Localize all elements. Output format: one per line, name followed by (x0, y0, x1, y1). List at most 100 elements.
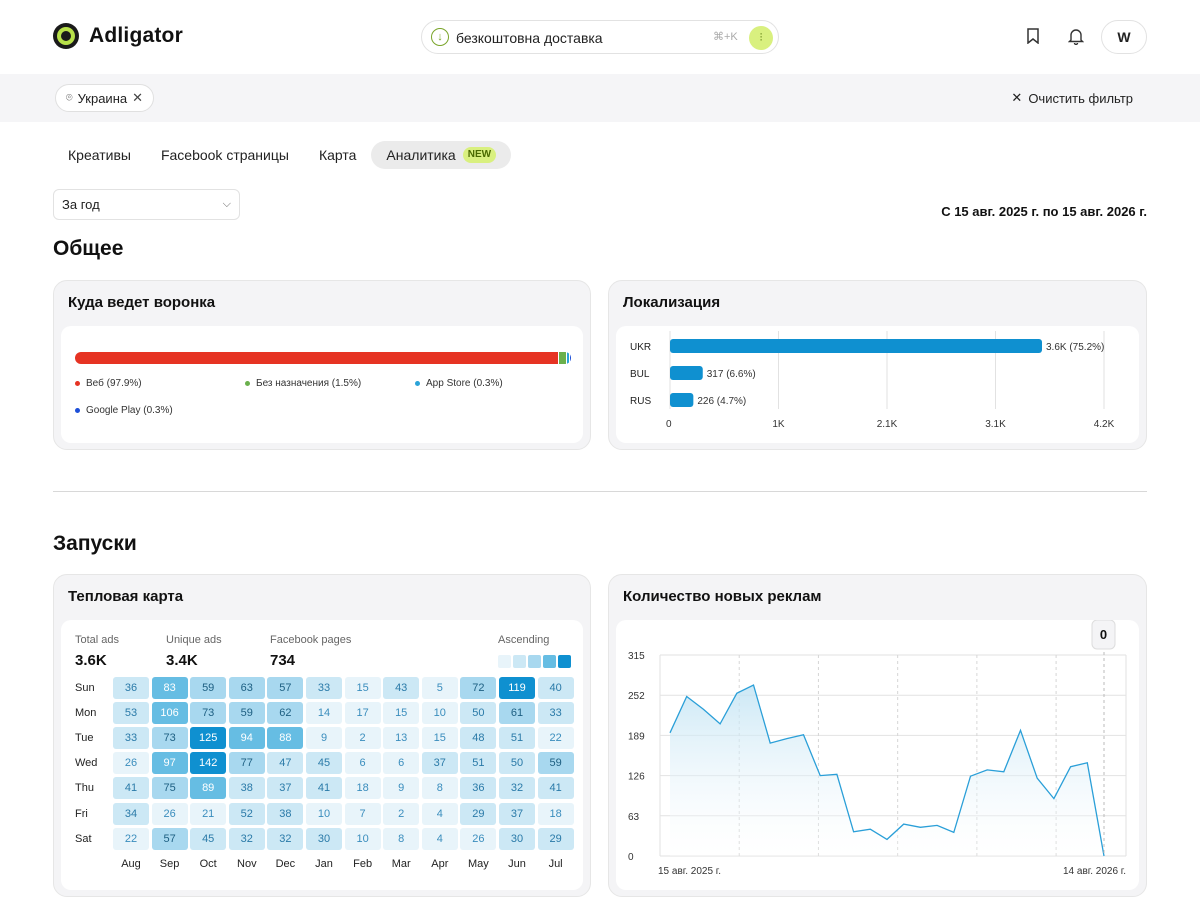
heatmap-cell[interactable]: 18 (537, 802, 574, 825)
heatmap-cell[interactable]: 9 (306, 727, 342, 750)
heatmap-cell[interactable]: 73 (190, 702, 227, 725)
heatmap-cell[interactable]: 94 (228, 727, 265, 750)
heatmap-cell[interactable]: 119 (499, 677, 535, 699)
heatmap-cell[interactable]: 30 (306, 827, 342, 850)
heatmap-cell[interactable]: 22 (113, 827, 149, 850)
heatmap-cell[interactable]: 75 (151, 777, 188, 800)
heatmap-cell[interactable]: 7 (344, 802, 381, 825)
heatmap-cell[interactable]: 61 (499, 702, 535, 725)
heatmap-cell[interactable]: 53 (113, 702, 149, 725)
heatmap-cell[interactable]: 8 (383, 827, 420, 850)
heatmap-cell[interactable]: 41 (306, 777, 342, 800)
heatmap-cell[interactable]: 26 (113, 752, 149, 775)
heatmap-cell[interactable]: 4 (421, 802, 458, 825)
x-end-label: 14 авг. 2026 г. (1063, 866, 1126, 877)
heatmap-cell[interactable]: 17 (344, 702, 381, 725)
heatmap-cell[interactable]: 59 (537, 752, 574, 775)
heatmap-cell[interactable]: 6 (383, 752, 420, 775)
search-bar[interactable]: ↓ ⌘+K ⫶ (421, 20, 779, 54)
heatmap-cell[interactable]: 9 (383, 777, 420, 800)
heatmap-cell[interactable]: 38 (267, 802, 304, 825)
heatmap-cell[interactable]: 33 (113, 727, 149, 750)
heatmap-cell[interactable]: 29 (460, 802, 497, 825)
heatmap-cell[interactable]: 33 (537, 702, 574, 725)
tab-creatives[interactable]: Креативы (53, 141, 146, 169)
sliders-icon[interactable]: ⫶ (749, 26, 773, 50)
heatmap-cell[interactable]: 10 (421, 702, 458, 725)
heatmap-cell[interactable]: 33 (306, 677, 342, 699)
heatmap-cell[interactable]: 89 (190, 777, 227, 800)
heatmap-cell[interactable]: 38 (228, 777, 265, 800)
heatmap-cell[interactable]: 41 (537, 777, 574, 800)
heatmap-cell[interactable]: 59 (228, 702, 265, 725)
heatmap-cell[interactable]: 2 (344, 727, 381, 750)
heatmap-cell[interactable]: 59 (190, 677, 227, 699)
tab-facebook-pages[interactable]: Facebook страницы (146, 141, 304, 169)
heatmap-cell[interactable]: 26 (151, 802, 188, 825)
heatmap-cell[interactable]: 47 (267, 752, 304, 775)
heatmap-cell[interactable]: 125 (190, 727, 227, 750)
heatmap-cell[interactable]: 43 (383, 677, 420, 699)
heatmap-cell[interactable]: 72 (460, 677, 497, 699)
heatmap-cell[interactable]: 14 (306, 702, 342, 725)
heatmap-cell[interactable]: 50 (499, 752, 535, 775)
heatmap-cell[interactable]: 29 (537, 827, 574, 850)
heatmap-cell[interactable]: 142 (190, 752, 227, 775)
heatmap-cell[interactable]: 50 (460, 702, 497, 725)
heatmap-cell[interactable]: 30 (499, 827, 535, 850)
period-select[interactable]: За год ⌵ (53, 189, 240, 220)
logo[interactable]: Adligator (53, 23, 183, 49)
heatmap-cell[interactable]: 2 (383, 802, 420, 825)
heatmap-cell[interactable]: 48 (460, 727, 497, 750)
heatmap-cell[interactable]: 37 (421, 752, 458, 775)
heatmap-cell[interactable]: 45 (190, 827, 227, 850)
heatmap-cell[interactable]: 51 (499, 727, 535, 750)
heatmap-cell[interactable]: 52 (228, 802, 265, 825)
search-input[interactable] (456, 27, 706, 49)
bell-icon[interactable] (1067, 27, 1085, 45)
heatmap-cell[interactable]: 51 (460, 752, 497, 775)
heatmap-cell[interactable]: 36 (460, 777, 497, 800)
heatmap-cell[interactable]: 6 (344, 752, 381, 775)
filter-chip-country[interactable]: ⌾ Украина ✕ (55, 84, 155, 112)
heatmap-cell[interactable]: 45 (306, 752, 342, 775)
heatmap-cell[interactable]: 10 (344, 827, 381, 850)
tab-analytics[interactable]: Аналитика NEW (371, 141, 512, 169)
heatmap-cell[interactable]: 41 (113, 777, 149, 800)
heatmap-cell[interactable]: 32 (228, 827, 265, 850)
clear-filter-button[interactable]: ✕ Очистить фильтр (1011, 90, 1133, 106)
heatmap-cell[interactable]: 37 (267, 777, 304, 800)
heatmap-cell[interactable]: 8 (421, 777, 458, 800)
close-icon[interactable]: ✕ (132, 90, 143, 106)
heatmap-cell[interactable]: 15 (383, 702, 420, 725)
heatmap-cell[interactable]: 62 (267, 702, 304, 725)
heatmap-cell[interactable]: 5 (421, 677, 458, 699)
avatar[interactable]: W (1101, 20, 1147, 54)
heatmap-cell[interactable]: 36 (113, 677, 149, 699)
heatmap-cell[interactable]: 22 (537, 727, 574, 750)
bookmark-icon[interactable] (1024, 27, 1042, 45)
heatmap-cell[interactable]: 10 (306, 802, 342, 825)
heatmap-cell[interactable]: 97 (151, 752, 188, 775)
heatmap-cell[interactable]: 83 (151, 677, 188, 699)
heatmap-cell[interactable]: 26 (460, 827, 497, 850)
tab-map[interactable]: Карта (304, 141, 371, 169)
heatmap-cell[interactable]: 37 (499, 802, 535, 825)
heatmap-cell[interactable]: 15 (421, 727, 458, 750)
heatmap-cell[interactable]: 4 (421, 827, 458, 850)
heatmap-cell[interactable]: 77 (228, 752, 265, 775)
heatmap-cell[interactable]: 32 (499, 777, 535, 800)
heatmap-cell[interactable]: 63 (228, 677, 265, 699)
heatmap-cell[interactable]: 57 (267, 677, 304, 699)
heatmap-cell[interactable]: 88 (267, 727, 304, 750)
heatmap-cell[interactable]: 57 (151, 827, 188, 850)
heatmap-cell[interactable]: 21 (190, 802, 227, 825)
heatmap-cell[interactable]: 73 (151, 727, 188, 750)
heatmap-cell[interactable]: 34 (113, 802, 149, 825)
heatmap-cell[interactable]: 15 (344, 677, 381, 699)
heatmap-cell[interactable]: 106 (151, 702, 188, 725)
heatmap-cell[interactable]: 40 (537, 677, 574, 699)
heatmap-cell[interactable]: 18 (344, 777, 381, 800)
heatmap-cell[interactable]: 32 (267, 827, 304, 850)
heatmap-cell[interactable]: 13 (383, 727, 420, 750)
